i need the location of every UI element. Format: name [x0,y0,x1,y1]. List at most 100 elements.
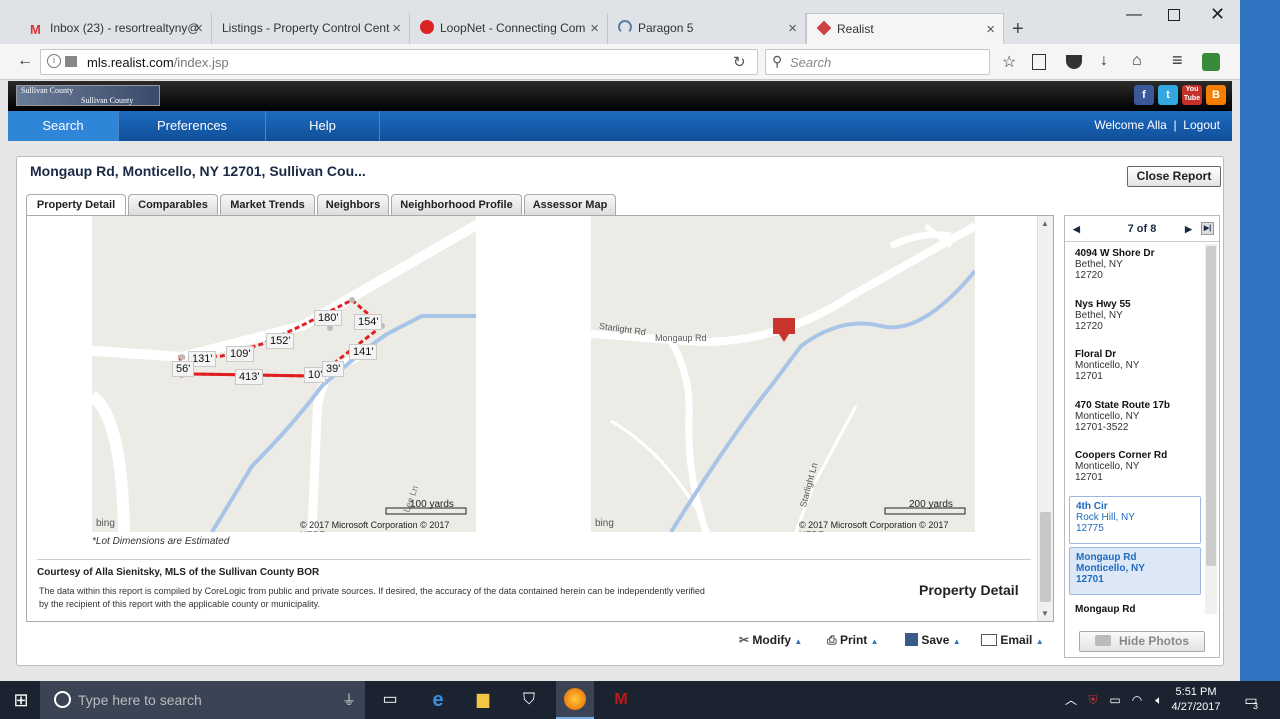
courtesy-text: Courtesy of Alla Sienitsky, MLS of the S… [37,567,320,578]
scroll-up-icon[interactable]: ▲ [1041,219,1049,228]
content-area: Mongaup Rd, Monticello, NY 12701, Sulliv… [8,141,1232,681]
list-item[interactable]: 4th Cir Rock Hill, NY 12775 [1069,496,1201,544]
blogger-icon[interactable]: B [1206,85,1226,105]
caret-up-icon: ▲ [794,637,803,646]
tab-paragon[interactable]: Paragon 5 × [608,13,806,44]
map-scale-label: 100 yards [410,499,454,510]
firefox-icon [564,688,586,710]
info-icon[interactable]: i [47,54,61,68]
menu-preferences[interactable]: Preferences [119,111,266,141]
report-panel: Mongaup Rd, Monticello, NY 12701, Sulliv… [16,156,1224,666]
next-arrow-icon[interactable]: ▶ [1185,216,1192,242]
edge-icon[interactable]: e [425,688,451,712]
menu-icon[interactable]: ≡ [1172,50,1183,71]
close-tab-icon[interactable]: × [390,13,401,44]
taskbar-search[interactable]: Type here to search ⏚ [40,681,365,719]
print-button[interactable]: ⎙ Print ▲ [827,633,879,648]
parcel-map-graphic [92,219,476,532]
save-button[interactable]: Save ▲ [905,633,961,647]
list-scrollbar[interactable] [1205,244,1217,614]
reload-icon[interactable]: ↻ [733,53,746,71]
twitter-icon[interactable]: t [1158,85,1178,105]
new-tab-icon[interactable]: + [1012,18,1024,41]
caret-up-icon: ▲ [870,637,879,646]
cortana-icon [54,691,71,708]
tab-assessor-map[interactable]: Assessor Map [524,194,616,216]
logout-link[interactable]: Logout [1183,118,1220,132]
paragon-icon [618,20,632,34]
disclaimer-line-1: The data within this report is compiled … [39,586,705,596]
back-icon[interactable]: ← [17,52,33,70]
hide-photos-button[interactable]: Hide Photos [1079,631,1205,652]
tab-loopnet[interactable]: LoopNet - Connecting Com × [410,13,608,44]
modify-button[interactable]: ✂ Modify ▲ [739,633,802,647]
firefox-taskbar-icon[interactable] [556,681,594,719]
tab-realist[interactable]: Realist × [806,13,1004,44]
taskbar: ⊞ Type here to search ⏚ ▭ e ▆ ⛉ M ︿ ⛨ ▭ … [0,681,1280,719]
tab-neighborhood-profile[interactable]: Neighborhood Profile [391,194,522,216]
tab-listings[interactable]: Listings - Property Control Cente × [212,13,410,44]
lot-dimension-label: 109' [226,346,255,362]
prev-arrow-icon[interactable]: ◀ [1073,216,1080,242]
store-icon[interactable]: ⛉ [516,688,542,712]
close-report-button[interactable]: Close Report [1127,166,1221,187]
close-tab-icon[interactable]: × [588,13,599,44]
tools-icon: ✂ [739,633,750,647]
tab-inbox[interactable]: M Inbox (23) - resortrealtyny@ × [20,13,212,44]
menu-help[interactable]: Help [266,111,380,141]
tab-property-detail[interactable]: Property Detail [26,194,126,217]
tab-comparables[interactable]: Comparables [128,194,218,216]
file-explorer-icon[interactable]: ▆ [470,688,496,712]
location-map[interactable]: Starlight Rd Mongaup Rd Starlight Ln 200… [591,216,975,532]
lot-dimension-label: 154' [354,314,383,330]
divider [37,559,1031,560]
mcafee-icon[interactable]: M [608,688,634,712]
email-button[interactable]: Email ▲ [981,633,1044,647]
scroll-thumb[interactable] [1040,512,1051,602]
reading-list-icon[interactable] [1032,54,1046,70]
download-icon[interactable]: ↓ [1100,52,1108,70]
property-list: ◀ 7 of 8 ▶ ▶| 4094 W Shore Dr Bethel, NY 1… [1064,215,1220,658]
clock[interactable]: 5:51 PM 4/27/2017 [1166,685,1226,715]
scroll-down-icon[interactable]: ▼ [1041,609,1049,618]
close-tab-icon[interactable]: × [194,13,203,44]
facebook-icon[interactable]: f [1134,85,1154,105]
search-bar[interactable]: ⚲ Search [765,49,990,75]
close-tab-icon[interactable]: × [986,14,995,44]
home-icon[interactable]: ⌂ [1132,52,1142,70]
parcel-map[interactable]: 180' 154' 152' 141' 109' 131' 56' 413' 1… [92,216,476,532]
task-view-icon[interactable]: ▭ [377,688,403,712]
welcome-text: Welcome Alla [1094,118,1167,132]
main-menu: Search Preferences Help Welcome Alla | L… [8,111,1232,141]
youtube-icon[interactable]: You Tube [1182,85,1202,105]
list-item-selected[interactable]: Mongaup Rd Monticello, NY 12701 [1069,547,1201,595]
bookmark-star-icon[interactable]: ☆ [1002,52,1016,72]
pocket-icon[interactable] [1066,55,1082,69]
disclaimer-line-2: by the recipient of this report with the… [39,599,320,609]
notification-icon[interactable]: ▭ 3 [1238,688,1264,712]
list-item[interactable]: 4094 W Shore Dr Bethel, NY 12720 [1069,244,1201,292]
map-scale-label: 200 yards [909,499,953,510]
last-page-icon[interactable]: ▶| [1201,222,1214,235]
close-window-icon[interactable]: ✕ [1210,4,1225,25]
page-icon [65,56,77,67]
list-item[interactable]: Coopers Corner Rd Monticello, NY 12701 [1069,446,1201,494]
tab-market-trends[interactable]: Market Trends [220,194,315,216]
list-item[interactable]: Floral Dr Monticello, NY 12701 [1069,345,1201,393]
url-bar[interactable]: i mls.realist.com/index.jsp ↻ [40,49,758,75]
extension-icon[interactable] [1202,53,1220,71]
navigation-bar: ← i mls.realist.com/index.jsp ↻ ⚲ Search… [0,44,1240,80]
tab-neighbors[interactable]: Neighbors [317,194,389,216]
windows-start-icon[interactable]: ⊞ [8,688,34,712]
microphone-icon[interactable]: ⏚ [342,681,356,719]
report-scrollbar[interactable]: ▲ ▼ [1037,216,1053,621]
minimize-icon[interactable]: — [1126,6,1142,24]
map-attribution: © 2017 Microsoft Corporation © 2017 HERE [300,520,450,532]
list-scroll-thumb[interactable] [1206,246,1216,566]
menu-search[interactable]: Search [8,111,119,141]
camera-icon [1094,635,1111,646]
list-item[interactable]: 470 State Route 17b Monticello, NY 12701-3… [1069,396,1201,444]
maximize-icon[interactable] [1168,9,1180,21]
list-item[interactable]: Nys Hwy 55 Bethel, NY 12720 [1069,295,1201,343]
close-tab-icon[interactable]: × [788,13,797,44]
